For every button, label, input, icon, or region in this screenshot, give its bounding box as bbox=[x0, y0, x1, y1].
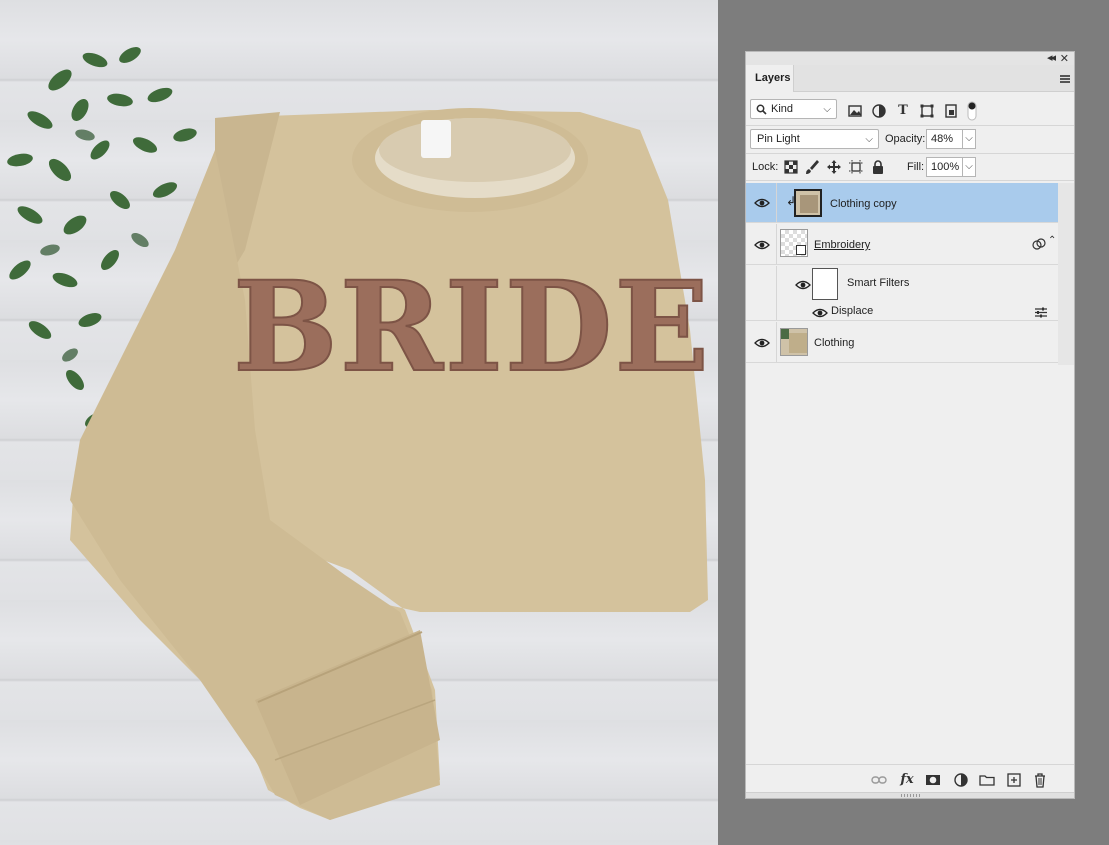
lock-position-icon[interactable] bbox=[826, 159, 842, 175]
layer-name: Embroidery bbox=[814, 239, 871, 251]
eye-icon[interactable] bbox=[795, 279, 811, 291]
adjustment-filter-icon[interactable] bbox=[871, 103, 887, 119]
document-canvas[interactable]: BRIDE bbox=[0, 0, 718, 845]
panel-titlebar: ◂◂ ✕ bbox=[746, 52, 1074, 65]
lock-artboard-icon[interactable] bbox=[848, 159, 864, 175]
eye-icon[interactable] bbox=[754, 197, 770, 209]
blend-row: Pin Light ⌵ Opacity: 48% ⌵ bbox=[746, 129, 1074, 151]
layer-name: Clothing bbox=[814, 337, 855, 349]
eye-icon[interactable] bbox=[812, 307, 828, 319]
opacity-label: Opacity: bbox=[885, 133, 926, 145]
eye-icon[interactable] bbox=[754, 239, 770, 251]
group-icon[interactable] bbox=[979, 772, 995, 788]
lock-image-pixels-icon[interactable] bbox=[804, 159, 820, 175]
link-icon[interactable] bbox=[871, 772, 887, 788]
eye-icon[interactable] bbox=[754, 337, 770, 349]
collapse-effects-icon[interactable]: ⌃ bbox=[1048, 235, 1056, 246]
layer-thumbnail bbox=[780, 229, 808, 257]
opacity-dropdown[interactable]: ⌵ bbox=[962, 129, 976, 149]
type-filter-icon[interactable]: T bbox=[895, 103, 911, 119]
blend-mode-value: Pin Light bbox=[757, 133, 800, 145]
close-panel-icon[interactable]: ✕ bbox=[1060, 52, 1069, 65]
trash-icon[interactable] bbox=[1032, 772, 1048, 788]
filter-kind-label: Kind bbox=[771, 103, 794, 115]
panel-tab-bar: Layers bbox=[746, 65, 1074, 92]
layer-name: Smart Filters bbox=[847, 277, 910, 289]
filter-toggle-icon[interactable] bbox=[967, 101, 977, 121]
panel-footer: fx bbox=[746, 764, 1074, 794]
blend-mode-select[interactable]: Pin Light ⌵ bbox=[750, 129, 879, 149]
shape-filter-icon[interactable] bbox=[919, 103, 935, 119]
lock-label: Lock: bbox=[752, 161, 779, 173]
chevron-down-icon: ⌵ bbox=[823, 104, 831, 115]
filter-blending-options-icon[interactable] bbox=[1034, 307, 1048, 318]
new-layer-icon[interactable] bbox=[1006, 772, 1022, 788]
chevron-down-icon: ⌵ bbox=[865, 134, 873, 145]
layer-row-embroidery[interactable]: Embroidery ⌃ bbox=[746, 224, 1058, 265]
smart-filters-icon bbox=[1032, 238, 1046, 250]
layer-name: Displace bbox=[831, 305, 874, 317]
layer-thumbnail bbox=[794, 189, 822, 217]
smart-filters-row[interactable]: Smart Filters bbox=[746, 266, 1058, 304]
sweatshirt-photo: BRIDE bbox=[7, 47, 711, 820]
filter-kind-select[interactable]: Kind ⌵ bbox=[750, 99, 837, 119]
filter-mask-thumbnail bbox=[812, 268, 838, 300]
search-icon bbox=[756, 104, 767, 115]
filter-row: Kind ⌵ T bbox=[746, 99, 1074, 123]
layer-thumbnail bbox=[780, 328, 808, 356]
lock-row: Lock: Fill: 100% ⌵ bbox=[746, 156, 1074, 178]
fill-input[interactable]: 100% bbox=[926, 157, 963, 177]
mask-icon[interactable] bbox=[925, 772, 941, 788]
smart-object-badge-icon bbox=[796, 245, 806, 255]
panel-resize-grip[interactable] bbox=[746, 792, 1074, 798]
adjustment-icon[interactable] bbox=[953, 772, 969, 788]
layers-panel: ◂◂ ✕ Layers Kind ⌵ T Pin Light ⌵ Opacity… bbox=[745, 51, 1075, 799]
filter-row-displace[interactable]: Displace bbox=[746, 304, 1058, 321]
collapse-panel-icon[interactable]: ◂◂ bbox=[1047, 51, 1056, 64]
layers-scrollbar[interactable] bbox=[1058, 183, 1074, 365]
layer-row-clothing[interactable]: Clothing bbox=[746, 322, 1058, 363]
image-filter-icon[interactable] bbox=[847, 103, 863, 119]
lock-all-icon[interactable] bbox=[870, 159, 886, 175]
layer-row-clothing-copy[interactable]: ↲ Clothing copy bbox=[746, 183, 1058, 223]
fill-dropdown[interactable]: ⌵ bbox=[962, 157, 976, 177]
tab-layers[interactable]: Layers bbox=[746, 65, 794, 92]
panel-menu-icon[interactable] bbox=[1060, 75, 1070, 83]
fx-icon[interactable]: fx bbox=[899, 772, 915, 788]
opacity-input[interactable]: 48% bbox=[926, 129, 963, 149]
bride-embroidery-text: BRIDE bbox=[233, 255, 711, 400]
lock-transparent-pixels-icon[interactable] bbox=[783, 159, 799, 175]
smart-object-filter-icon[interactable] bbox=[943, 103, 959, 119]
layer-name: Clothing copy bbox=[830, 198, 897, 210]
fill-label: Fill: bbox=[907, 161, 925, 173]
